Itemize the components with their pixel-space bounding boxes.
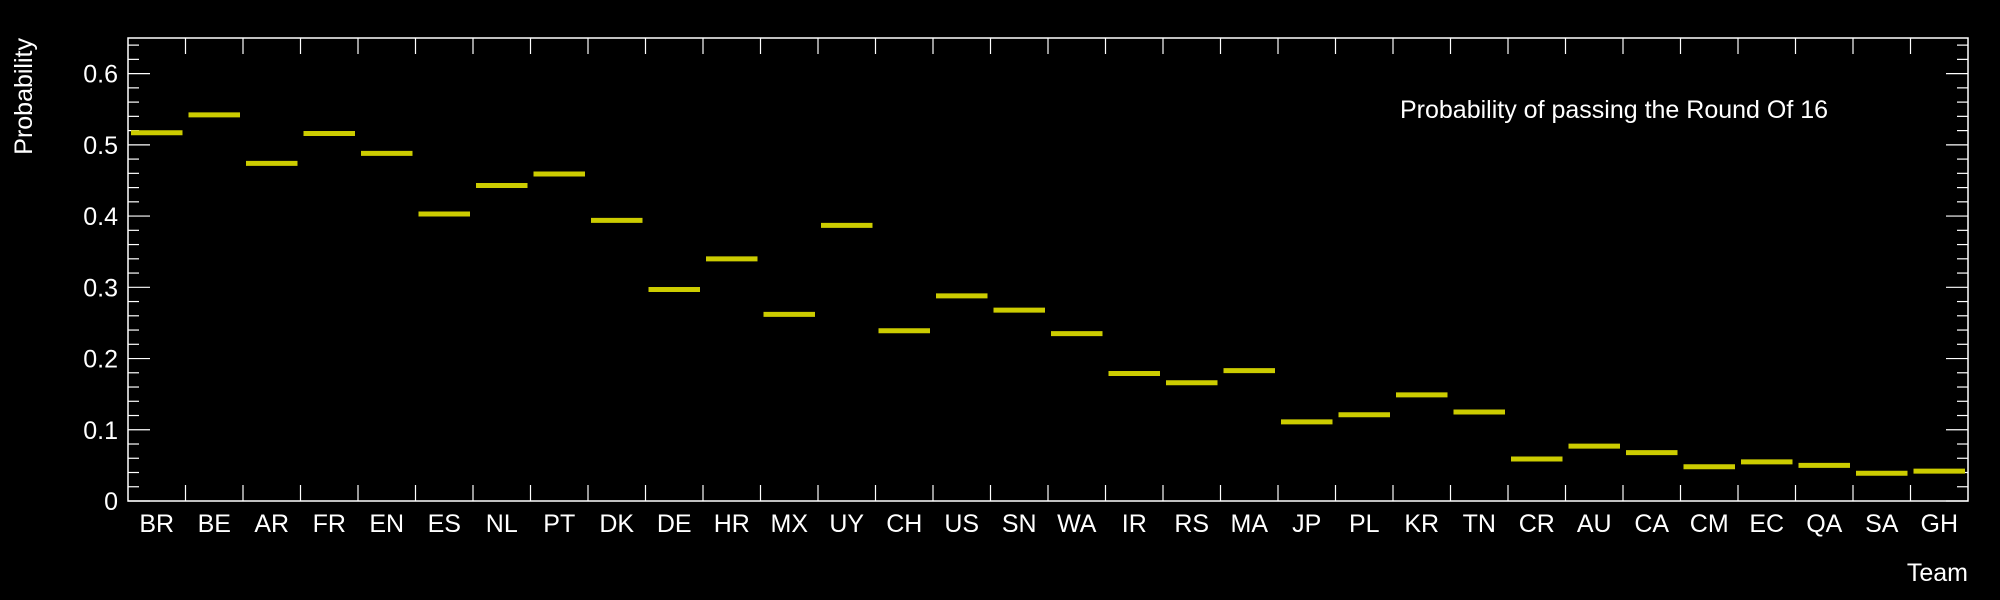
x-tick-label: DE	[657, 510, 692, 538]
x-tick-label: CA	[1634, 510, 1669, 538]
x-tick-label: JP	[1292, 510, 1321, 538]
x-tick-label: SA	[1865, 510, 1899, 538]
x-tick-label: CH	[886, 510, 922, 538]
chart-title: Probability of passing the Round Of 16	[1400, 96, 1828, 124]
x-tick-label: AU	[1577, 510, 1612, 538]
x-tick-label: GH	[1921, 510, 1959, 538]
x-tick-label: EC	[1749, 510, 1784, 538]
x-tick-label: ES	[428, 510, 461, 538]
x-tick-label: QA	[1806, 510, 1842, 538]
x-tick-label: CR	[1519, 510, 1555, 538]
y-tick-label: 0.2	[83, 346, 118, 374]
x-tick-label: FR	[313, 510, 346, 538]
x-tick-label: NL	[486, 510, 518, 538]
x-tick-label: BE	[198, 510, 231, 538]
y-tick-label: 0	[104, 488, 118, 516]
x-tick-label: US	[944, 510, 979, 538]
y-tick-label: 0.3	[83, 274, 118, 302]
x-tick-label: MA	[1231, 510, 1269, 538]
x-tick-label: BR	[139, 510, 174, 538]
y-tick-label: 0.4	[83, 203, 118, 231]
x-tick-label: KR	[1404, 510, 1439, 538]
x-tick-label: WA	[1057, 510, 1097, 538]
x-tick-label: IR	[1122, 510, 1147, 538]
x-axis-label: Team	[1907, 559, 1968, 587]
x-tick-label: PL	[1349, 510, 1380, 538]
x-tick-label: HR	[714, 510, 750, 538]
x-tick-label: MX	[771, 510, 809, 538]
x-tick-label: SN	[1002, 510, 1037, 538]
probability-chart: 0 0.1 0.2 0.3 0.4 0.5 0.6 BR BE AR FR EN ES NL PT DK DE H…	[0, 0, 2000, 600]
y-tick-label: 0.5	[83, 132, 118, 160]
x-tick-label: CM	[1690, 510, 1729, 538]
x-tick-label: PT	[543, 510, 575, 538]
x-tick-label: UY	[829, 510, 864, 538]
x-tick-label: TN	[1463, 510, 1496, 538]
x-tick-label: RS	[1174, 510, 1209, 538]
y-axis-label: Probability	[10, 38, 38, 155]
y-tick-label: 0.1	[83, 417, 118, 445]
x-tick-label: EN	[369, 510, 404, 538]
x-tick-label: DK	[599, 510, 634, 538]
x-tick-label: AR	[254, 510, 289, 538]
y-tick-label: 0.6	[83, 61, 118, 89]
